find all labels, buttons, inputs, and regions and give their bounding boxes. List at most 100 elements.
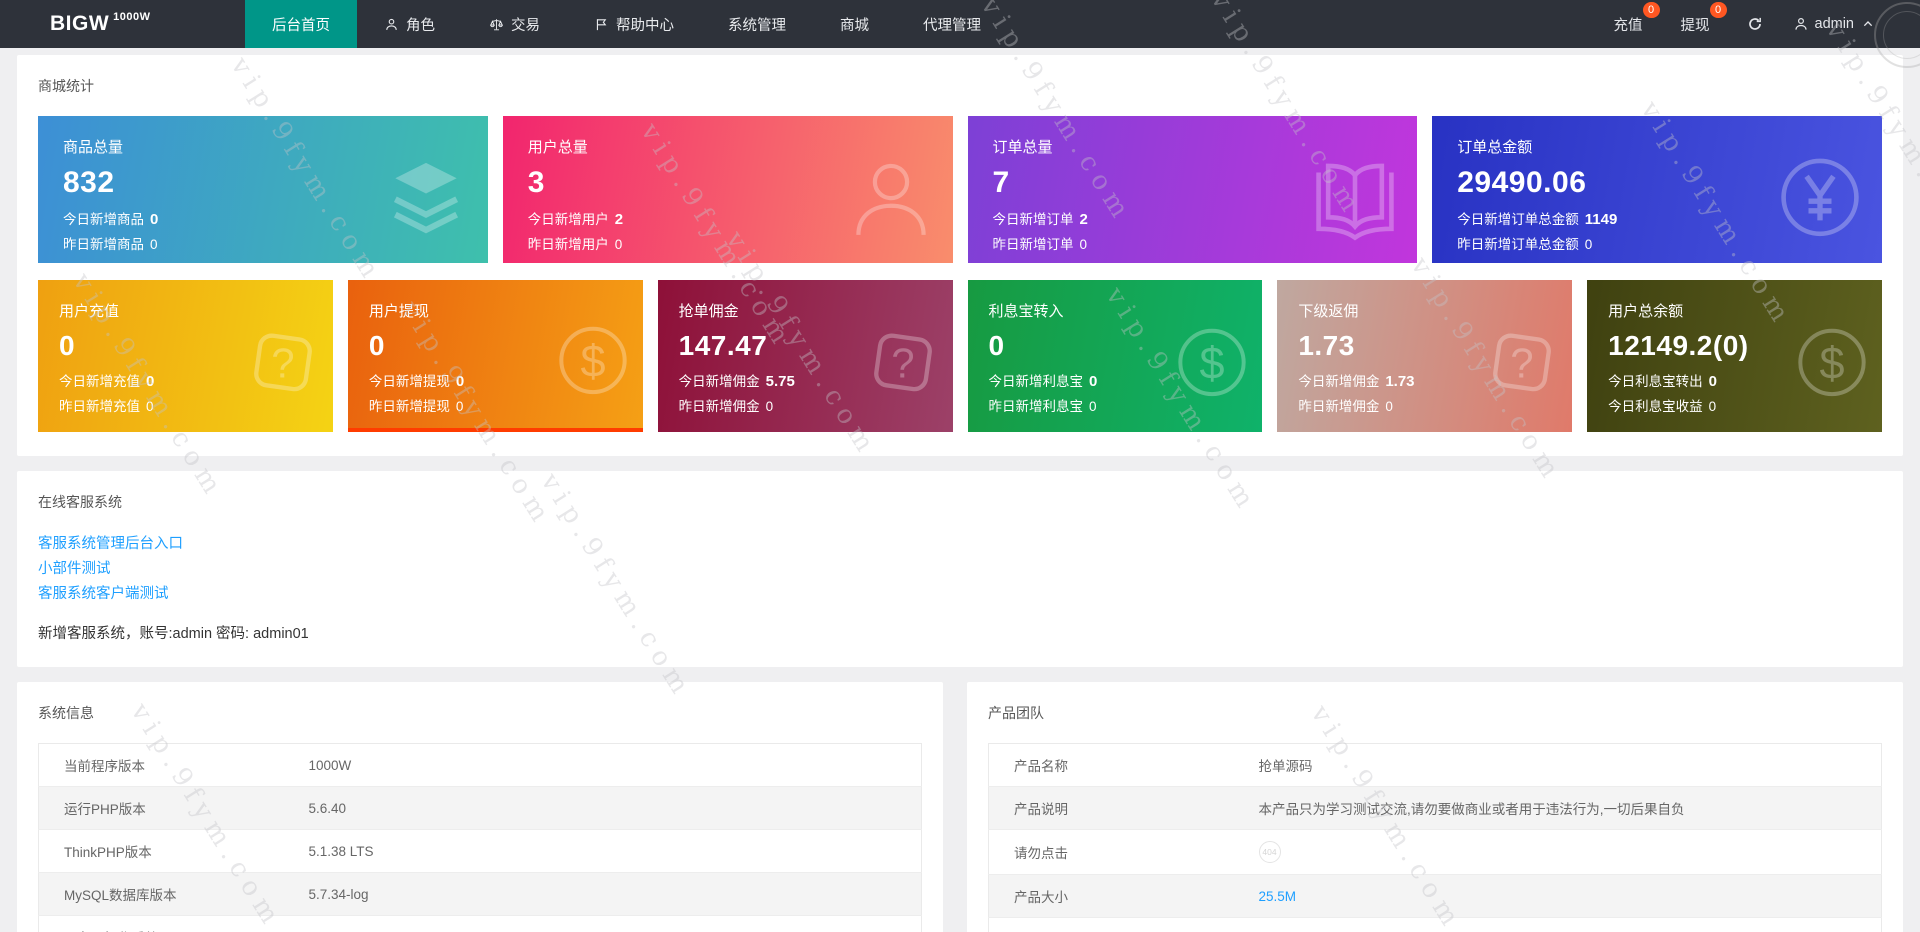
navbar-right: 充值 0 提现 0 admin [1601,0,1920,48]
row-label: 产品大小 [1014,890,1068,905]
subline-label: 今日新增订单总金额 [1457,212,1579,227]
stat-title: 抢单佣金 [678,303,739,320]
nav-item-label: 交易 [511,17,540,34]
stat-subline: 昨日新增提现 0 [369,395,625,415]
row-label: 产品名称 [1014,759,1068,774]
stat-title: 订单总金额 [1457,139,1533,156]
stats-row-2: 用户充值 0 今日新增充值 0 昨日新增充值 0? 用户提现 0 今日新增提现 0 昨日新增提现 0 $… [38,280,1882,432]
subline-label: 今日新增订单 [992,212,1074,227]
row-label: 服务器操作系统 [39,916,284,932]
stat-title: 用户充值 [59,303,120,320]
subline-value: 0 [1089,399,1097,414]
stat-subline: 今日新增佣金 1.73 [1298,370,1554,390]
stat-card: 用户总量 3 今日新增用户 2 昨日新增用户 0 [502,116,953,263]
service-panel: 在线客服系统 客服系统管理后台入口 小部件测试 客服系统客户端测试 新增客服系统，账… [17,471,1903,667]
nav-item-4[interactable]: 帮助中心 [567,0,701,48]
stat-card: 订单总金额 29490.06 今日新增订单总金额 1149 昨日新增订单总金额 0 [1432,116,1882,263]
stat-title: 订单总量 [992,139,1053,156]
subline-label: 昨日新增商品 [63,237,144,252]
refresh-icon [1747,16,1763,32]
quick-link-2[interactable]: 提现 0 [1668,1,1727,35]
stat-card: 下级返佣 1.73 今日新增佣金 1.73 昨日新增佣金 0? [1277,280,1573,432]
row-label: 数据库 [989,918,1234,932]
row-label: 产品说明 [1014,802,1068,817]
subline-value: 0 [1079,237,1088,252]
table-row: 产品名称 抢单源码 [988,744,1882,787]
row-value: 5.6.40 [308,800,347,816]
stat-subline: 今日新增利息宝 0 [989,370,1245,390]
subline-label: 今日新增提现 [368,374,450,389]
nav-item-7[interactable]: 代理管理 [896,0,1008,48]
nav-item-label: 商城 [840,17,869,34]
nav-item-2[interactable]: 角色 [357,0,462,48]
bottom-row: 系统信息 当前程序版本 1000W 运行PHP版本 5.6.40 ThinkPHP版本 5… [17,682,1903,932]
service-note: 新增客服系统，账号:admin 密码: admin01 [38,626,309,642]
brand-version: 1000W [113,11,151,23]
nav-item-1[interactable]: 后台首页 [245,0,357,48]
row-label: 运行PHP版本 [64,802,146,817]
stat-title: 用户总余额 [1608,303,1684,320]
quick-link-1[interactable]: 充值 0 [1601,1,1660,35]
nav-item-3[interactable]: 交易 [462,0,567,48]
stat-subline: 今日新增商品 0 [63,208,470,228]
stat-subline: 昨日新增利息宝 0 [989,395,1245,415]
stats-panel: 商城统计 商品总量 832 今日新增商品 0 昨日新增商品 0 用户总量 3 今日新增用户 2 昨日… [17,55,1903,456]
stat-card: 订单总量 7 今日新增订单 2 昨日新增订单 0 [967,116,1418,263]
service-link-3[interactable]: 客服系统客户端测试 [38,582,169,607]
value-link[interactable]: 25.5M [1259,889,1297,904]
nav-item-label: 代理管理 [923,17,981,34]
row-label: ThinkPHP版本 [64,845,152,860]
user-name: admin [1814,16,1855,32]
stat-subline: 昨日新增佣金 0 [679,395,935,415]
stat-subline: 今日新增充值 0 [59,370,315,390]
subline-label: 昨日新增提现 [368,399,450,414]
subline-label: 昨日新增充值 [59,399,140,414]
product-team-panel: 产品团队 产品名称 抢单源码 产品说明 本产品只为学习测试交流,请勿要做商业或者用于违… [967,682,1903,932]
service-link-1[interactable]: 客服系统管理后台入口 [38,532,183,557]
stat-value: 0 [368,330,385,361]
stat-subline: 昨日新增充值 0 [59,395,315,415]
user-menu[interactable]: admin [1787,16,1883,32]
quick-link-label: 提现 [1680,17,1710,34]
product-team-title: 产品团队 [988,705,1044,721]
stat-subline: 昨日新增佣金 0 [1298,395,1554,415]
service-link-2[interactable]: 小部件测试 [38,557,111,582]
stat-value: 147.47 [678,330,768,361]
subline-label: 昨日新增佣金 [678,399,760,414]
brand-logo: BIGW 1000W [0,0,245,48]
row-value: Linux [284,916,922,932]
subline-label: 今日利息宝转出 [1608,374,1703,389]
nav-item-label: 系统管理 [728,17,786,34]
row-value: mysql [1234,918,1882,932]
refresh-button[interactable] [1733,16,1777,32]
chevron-up-icon [1860,16,1876,32]
stat-subline: 昨日新增用户 0 [528,233,935,253]
system-info-panel: 系统信息 当前程序版本 1000W 运行PHP版本 5.6.40 ThinkPHP版本 5… [17,682,943,932]
subline-value: 0 [150,211,159,228]
subline-label: 今日新增商品 [63,212,144,227]
table-row: 数据库mysql [989,918,1882,932]
subline-value: 0 [146,373,155,390]
stat-title: 利息宝转入 [988,303,1064,320]
subline-value: 5.75 [765,373,795,390]
stat-title: 用户总量 [527,139,588,156]
product-team-table: 产品名称 抢单源码 产品说明 本产品只为学习测试交流,请勿要做商业或者用于违法行为,一… [988,743,1882,932]
stat-card: 商品总量 832 今日新增商品 0 昨日新增商品 0 [38,116,488,263]
table-row: ThinkPHP版本 5.1.38 LTS [38,830,922,873]
row-value: 抢单源码 [1258,759,1313,774]
service-links: 客服系统管理后台入口 小部件测试 客服系统客户端测试 [38,532,1882,607]
nav-item-label: 帮助中心 [616,17,674,34]
subline-value: 0 [1584,237,1593,252]
table-row: 请勿点击 404 [988,830,1882,875]
subline-label: 今日利息宝收益 [1608,399,1703,414]
stats-title: 商城统计 [38,78,94,94]
nav-item-5[interactable]: 系统管理 [701,0,813,48]
table-row: 服务器操作系统Linux [39,916,922,932]
table-row: 产品大小 25.5M [988,874,1882,918]
nav-item-6[interactable]: 商城 [813,0,896,48]
subline-value: 1.73 [1385,373,1415,390]
badge-404: 404 [1258,841,1281,863]
row-label: MySQL数据库版本 [64,888,177,903]
stat-subline: 今日利息宝收益 0 [1608,395,1864,415]
stat-title: 用户提现 [368,303,429,320]
